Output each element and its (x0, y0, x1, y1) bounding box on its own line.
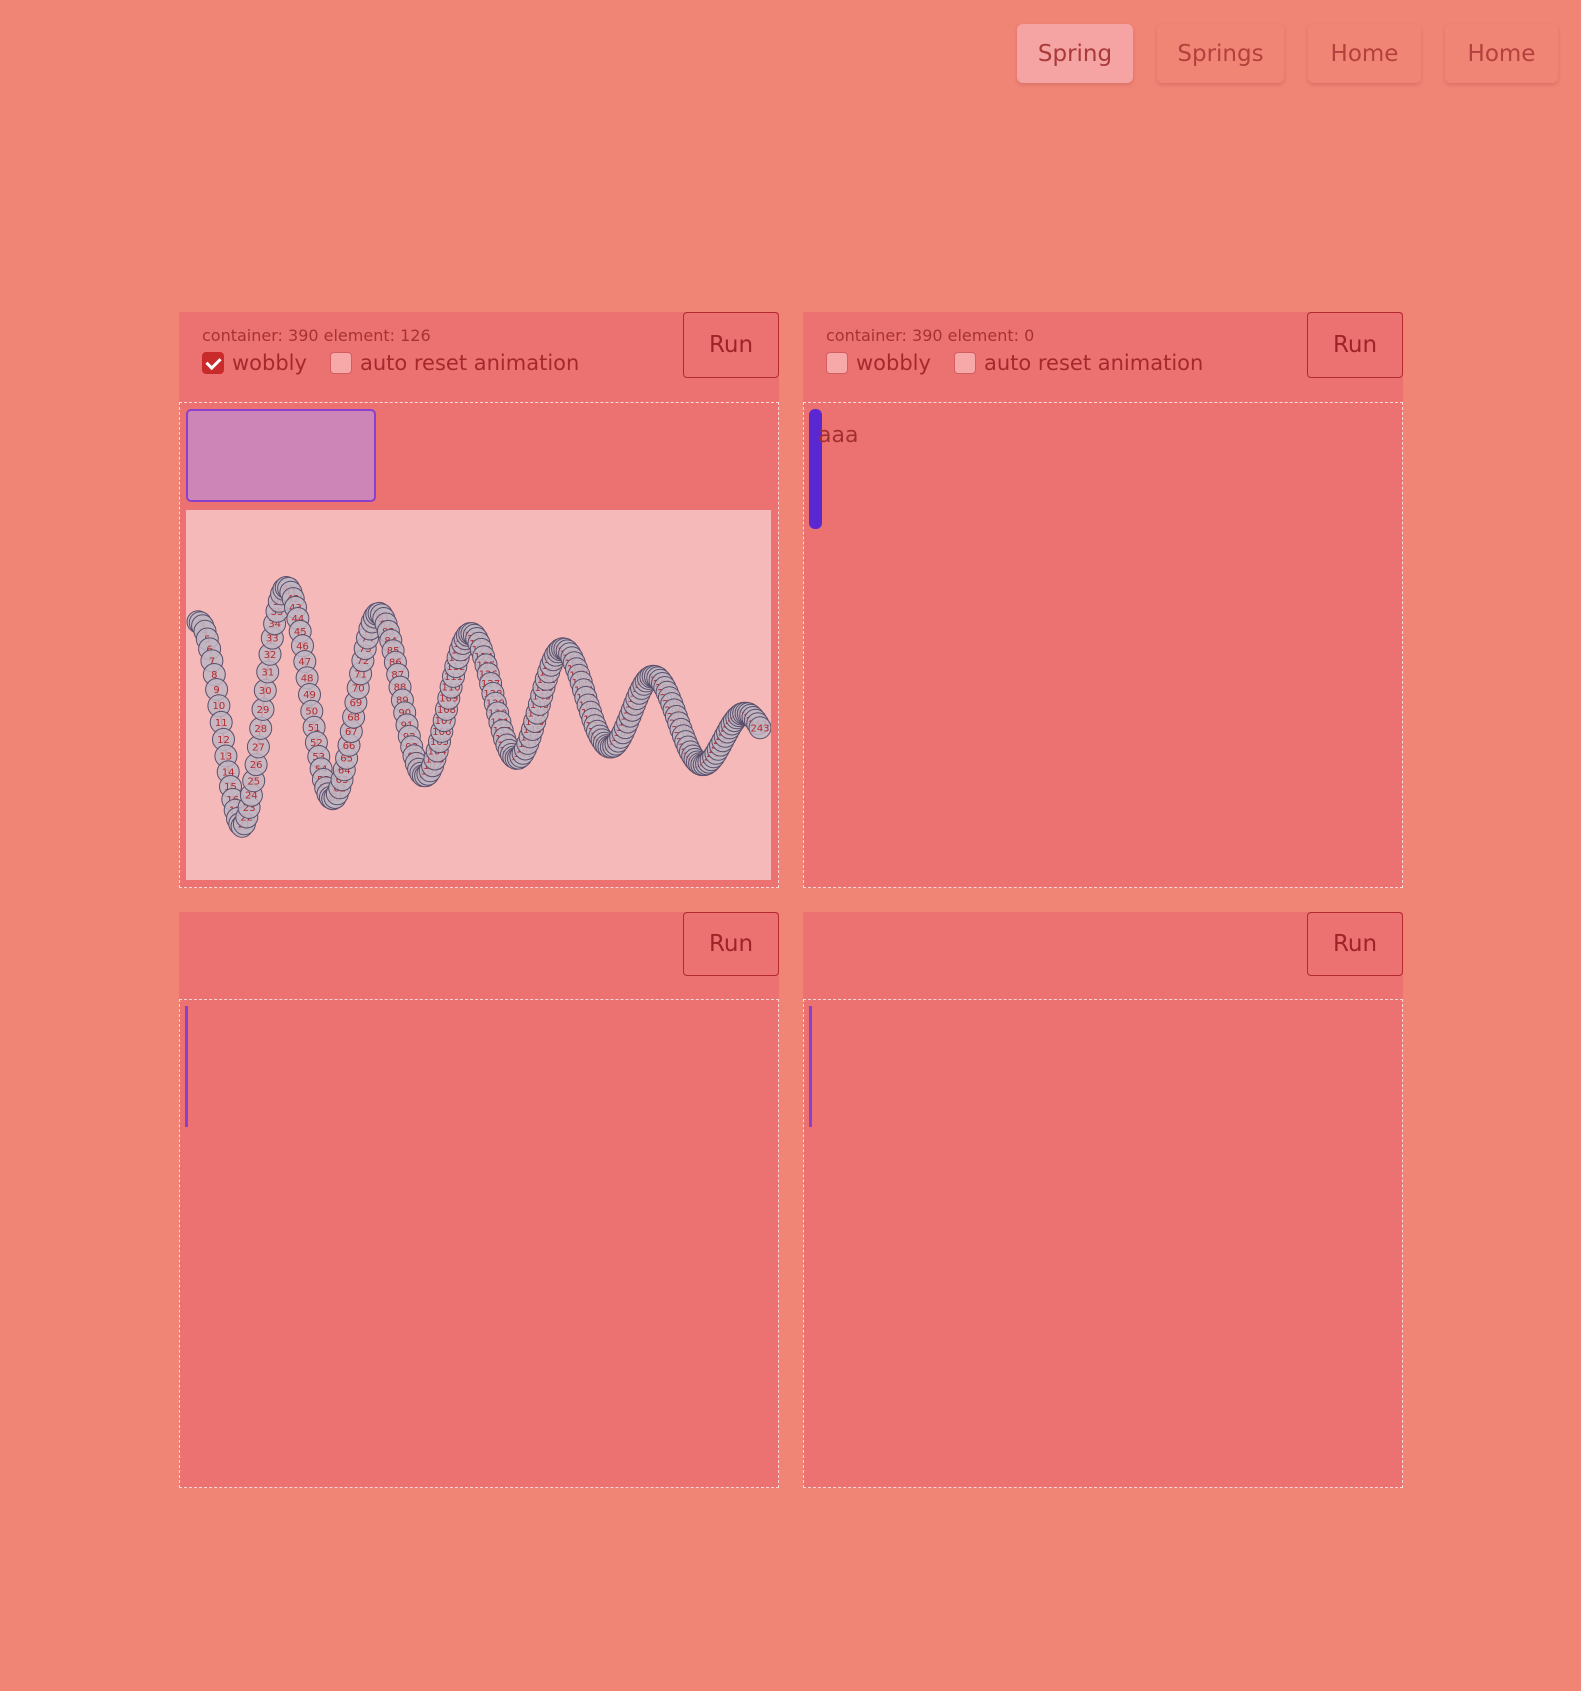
svg-text:47: 47 (298, 657, 311, 668)
svg-text:67: 67 (345, 727, 358, 738)
panel-header: container: 390 element: 126 wobbly auto … (179, 312, 779, 403)
spring-graph-svg: 1234567891011121314151617181920212223242… (186, 576, 771, 838)
options-row: wobbly auto reset animation (826, 351, 1226, 375)
auto-reset-label: auto reset animation (983, 351, 1204, 375)
svg-text:12: 12 (217, 735, 230, 746)
svg-text:28: 28 (254, 724, 267, 735)
panel-header: Run (179, 912, 779, 1000)
wobbly-option[interactable]: wobbly (202, 351, 307, 375)
wobbly-label: wobbly (856, 351, 931, 375)
svg-text:10: 10 (213, 701, 226, 712)
svg-text:27: 27 (252, 742, 265, 753)
svg-text:68: 68 (347, 713, 360, 724)
svg-text:25: 25 (247, 776, 260, 787)
spring-panel-4: Run (803, 912, 1403, 1489)
svg-text:11: 11 (215, 718, 228, 729)
svg-text:33: 33 (266, 634, 279, 645)
auto-reset-checkbox[interactable] (953, 352, 976, 374)
spring-panel-2: container: 390 element: 0 wobbly auto re… (803, 312, 1403, 888)
svg-text:24: 24 (245, 791, 258, 802)
spring-graph: 1234567891011121314151617181920212223242… (186, 510, 771, 880)
frame-marker: 28 (249, 716, 273, 740)
nav-home-button-2[interactable]: Home (1445, 24, 1558, 83)
wobbly-option[interactable]: wobbly (826, 351, 931, 375)
animation-stage (179, 999, 779, 1488)
frame-marker: 29 (251, 697, 275, 721)
auto-reset-option[interactable]: auto reset animation (953, 351, 1204, 375)
animated-bar (185, 1006, 188, 1127)
auto-reset-label: auto reset animation (359, 351, 580, 375)
run-button[interactable]: Run (683, 312, 779, 378)
stage-text: aaa (818, 423, 859, 448)
run-button[interactable]: Run (1307, 312, 1403, 378)
run-button[interactable]: Run (1307, 912, 1403, 976)
spring-panel-1: container: 390 element: 126 wobbly auto … (179, 312, 779, 888)
svg-text:48: 48 (301, 673, 314, 684)
wobbly-label: wobbly (232, 351, 307, 375)
animated-bar (809, 1006, 812, 1127)
panel-header: container: 390 element: 0 wobbly auto re… (803, 312, 1403, 403)
svg-text:29: 29 (257, 705, 270, 716)
svg-text:32: 32 (264, 650, 277, 661)
nav-spring-button[interactable]: Spring (1017, 24, 1133, 83)
svg-text:30: 30 (259, 686, 272, 697)
svg-text:31: 31 (261, 667, 274, 678)
nav-springs-button[interactable]: Springs (1157, 24, 1284, 83)
svg-text:49: 49 (303, 690, 316, 701)
options-row: wobbly auto reset animation (202, 351, 602, 375)
auto-reset-option[interactable]: auto reset animation (329, 351, 580, 375)
spring-panel-3: Run (179, 912, 779, 1489)
animation-stage (803, 999, 1403, 1488)
top-nav: Spring Springs Home Home (0, 24, 1581, 84)
container-info: container: 390 element: 126 (202, 326, 431, 345)
animated-box (186, 409, 376, 502)
auto-reset-checkbox[interactable] (329, 352, 352, 374)
nav-home-button[interactable]: Home (1308, 24, 1421, 83)
svg-text:26: 26 (250, 760, 263, 771)
wobbly-checkbox[interactable] (826, 352, 848, 374)
panel-header: Run (803, 912, 1403, 1000)
container-info: container: 390 element: 0 (826, 326, 1035, 345)
frame-marker: 243 (748, 716, 771, 740)
animation-stage: aaa (803, 402, 1403, 888)
svg-text:69: 69 (350, 698, 363, 709)
run-button[interactable]: Run (683, 912, 779, 976)
animation-stage: 1234567891011121314151617181920212223242… (179, 402, 779, 888)
svg-text:243: 243 (750, 723, 769, 734)
wobbly-checkbox[interactable] (202, 352, 224, 374)
